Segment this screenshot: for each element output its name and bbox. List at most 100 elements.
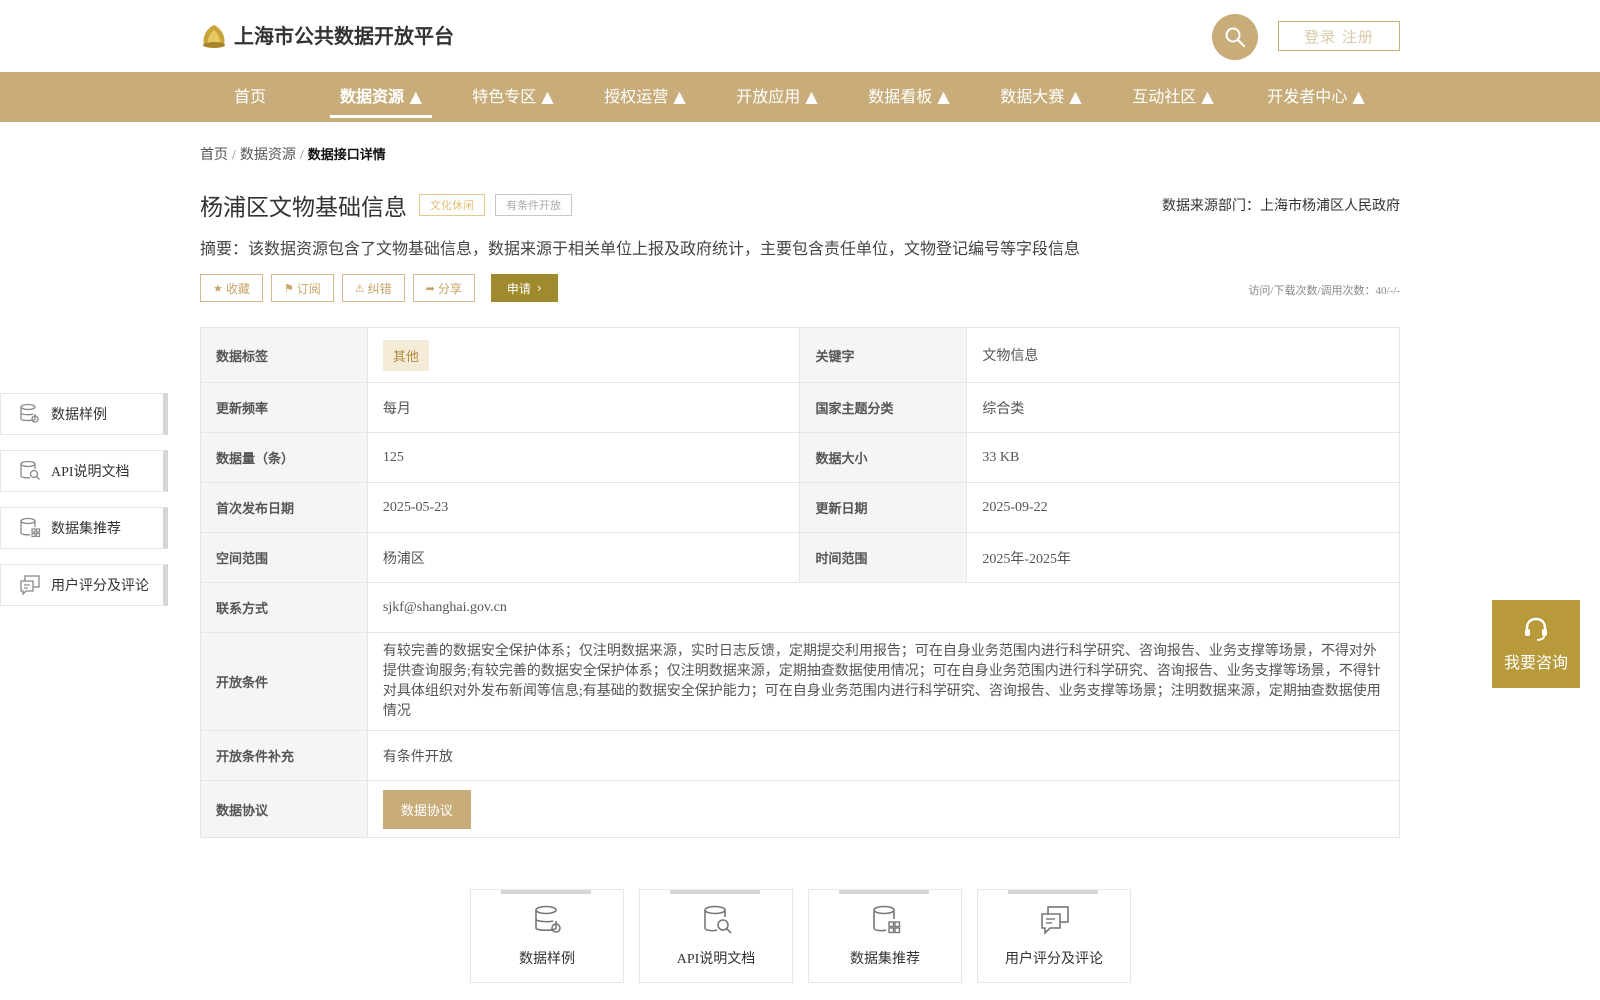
breadcrumb-data-resources[interactable]: 数据资源 (240, 148, 296, 163)
side-item-api-docs[interactable]: API说明文档 (0, 450, 168, 492)
nav-item-data-resources[interactable]: 数据资源 ▲ (330, 72, 432, 122)
update-frequency-label: 更新频率 (200, 382, 368, 433)
card-top-bar (839, 890, 929, 894)
nav-item-developer-center[interactable]: 开发者中心 ▲ (1262, 72, 1370, 122)
card-top-bar (1008, 890, 1098, 894)
report-error-label: 纠错 (367, 281, 392, 296)
site-logo[interactable]: 上海市公共数据开放平台 (200, 20, 454, 49)
favorite-label: 收藏 (225, 281, 250, 296)
visit-count: 访问/下载次数/调用次数：40/-/- (1248, 285, 1400, 297)
open-condition-label: 开放条件 (200, 632, 368, 731)
category-tag: 文化休闲 (419, 194, 485, 216)
comment-icon (1041, 906, 1069, 935)
nav-item-data-dashboard[interactable]: 数据看板 ▲ (862, 72, 956, 122)
open-condition-extra-label: 开放条件补充 (200, 730, 368, 781)
info-table: 数据标签 其他 关键字 文物信息 更新频率 每月 国家主题分类 综合类 数据量（… (200, 327, 1401, 838)
contact-label: 联系方式 (200, 582, 368, 633)
nav-item-open-apps[interactable]: 开放应用 ▲ (730, 72, 824, 122)
side-item-dataset-recommend[interactable]: 数据集推荐 (0, 507, 168, 549)
main-nav: 首页 数据资源 ▲ 特色专区 ▲ 授权运营 ▲ 开放应用 ▲ 数据看板 ▲ 数据… (0, 72, 1600, 122)
database-gear-icon (20, 403, 39, 423)
share-button[interactable]: ➦ 分享 (412, 274, 475, 302)
database-search-icon (20, 460, 40, 480)
database-grid-icon (20, 517, 41, 538)
record-count-label: 数据量（条） (200, 432, 368, 483)
breadcrumb-home[interactable]: 首页 (200, 148, 228, 163)
consult-button[interactable]: 我要咨询 (1492, 600, 1580, 688)
side-item-label: 用户评分及评论 (51, 579, 149, 594)
breadcrumb-current: 数据接口详情 (307, 148, 386, 163)
card-api-docs[interactable]: API说明文档 (639, 889, 793, 983)
warning-icon: ⚠ (354, 281, 365, 295)
side-item-label: API说明文档 (51, 465, 130, 480)
table-row: 数据量（条） 125 数据大小 33 KB (200, 432, 1400, 483)
chevron-right-icon: › (536, 281, 542, 295)
nav-item-home[interactable]: 首页 (226, 72, 274, 122)
keyword-label: 关键字 (799, 327, 968, 383)
headset-icon (1525, 617, 1547, 641)
open-condition-value: 有较完善的数据安全保护体系；仅注明数据来源，实时日志反馈，定期提交利用报告；可在… (366, 632, 1401, 731)
card-label: API说明文档 (676, 952, 756, 967)
keyword-value: 文物信息 (966, 327, 1400, 383)
data-size-value: 33 KB (966, 432, 1400, 483)
login-register-button[interactable]: 登录 注册 (1278, 21, 1400, 51)
database-grid-icon (873, 905, 901, 934)
update-date-label: 更新日期 (799, 482, 968, 533)
card-label: 数据集推荐 (850, 952, 920, 967)
apply-label: 申请 (506, 281, 531, 296)
data-protocol-cell: 数据协议 (366, 780, 1401, 838)
side-item-data-sample[interactable]: 数据样例 (0, 393, 168, 435)
apply-button[interactable]: 申请 › (490, 274, 558, 302)
consult-label: 我要咨询 (1503, 653, 1568, 672)
card-label: 数据样例 (519, 952, 575, 967)
first-publish-value: 2025-05-23 (366, 482, 801, 533)
update-date-value: 2025-09-22 (966, 482, 1400, 533)
open-condition-extra-value: 有条件开放 (366, 730, 1401, 781)
time-range-label: 时间范围 (799, 532, 968, 583)
data-tag-cell: 其他 (366, 327, 801, 383)
spatial-range-label: 空间范围 (200, 532, 368, 583)
side-item-ratings-comments[interactable]: 用户评分及评论 (0, 564, 168, 606)
database-search-icon (704, 905, 732, 934)
breadcrumb-separator: / (232, 148, 236, 163)
contact-value[interactable]: sjkf@shanghai.gov.cn (366, 582, 1401, 633)
table-row: 数据协议 数据协议 (200, 780, 1401, 838)
open-type-tag: 有条件开放 (495, 194, 572, 216)
nav-item-data-contest[interactable]: 数据大赛 ▲ (994, 72, 1088, 122)
share-icon: ➦ (425, 281, 435, 295)
data-tag-value[interactable]: 其他 (382, 339, 429, 371)
star-icon: ★ (213, 281, 223, 295)
share-label: 分享 (437, 281, 462, 296)
card-dataset-recommend[interactable]: 数据集推荐 (808, 889, 962, 983)
subscribe-button[interactable]: ⚑ 订阅 (270, 274, 334, 302)
record-count-value: 125 (366, 432, 801, 483)
search-icon (1225, 27, 1246, 48)
favorite-button[interactable]: ★ 收藏 (200, 274, 263, 302)
nav-item-featured-zone[interactable]: 特色专区 ▲ (466, 72, 560, 122)
nav-item-authorized-ops[interactable]: 授权运营 ▲ (598, 72, 692, 122)
database-gear-icon (535, 905, 561, 933)
time-range-value: 2025年-2025年 (966, 532, 1400, 583)
breadcrumb: 首页 / 数据资源 / 数据接口详情 (200, 144, 386, 164)
table-row: 空间范围 杨浦区 时间范围 2025年-2025年 (200, 532, 1400, 583)
card-data-sample[interactable]: 数据样例 (470, 889, 624, 983)
nav-item-community[interactable]: 互动社区 ▲ (1126, 72, 1220, 122)
subscribe-label: 订阅 (296, 281, 321, 296)
page-title: 杨浦区文物基础信息 (200, 195, 407, 220)
top-header: 上海市公共数据开放平台 登录 注册 (0, 0, 1600, 72)
table-row: 数据标签 其他 关键字 文物信息 (200, 327, 1400, 383)
logo-icon (203, 24, 225, 48)
search-button[interactable] (1212, 14, 1258, 60)
site-title: 上海市公共数据开放平台 (234, 24, 454, 48)
spatial-range-value: 杨浦区 (366, 532, 801, 583)
report-error-button[interactable]: ⚠ 纠错 (341, 274, 405, 302)
source-department: 数据来源部门：上海市杨浦区人民政府 (1162, 199, 1400, 214)
national-topic-value: 综合类 (966, 382, 1400, 433)
table-row: 更新频率 每月 国家主题分类 综合类 (200, 382, 1400, 433)
data-protocol-label: 数据协议 (200, 780, 368, 838)
title-row: 杨浦区文物基础信息 文化休闲 有条件开放 (200, 188, 572, 222)
update-frequency-value: 每月 (366, 382, 801, 433)
data-tag-label: 数据标签 (200, 327, 368, 383)
data-protocol-button[interactable]: 数据协议 (382, 789, 471, 829)
card-ratings-comments[interactable]: 用户评分及评论 (977, 889, 1131, 983)
